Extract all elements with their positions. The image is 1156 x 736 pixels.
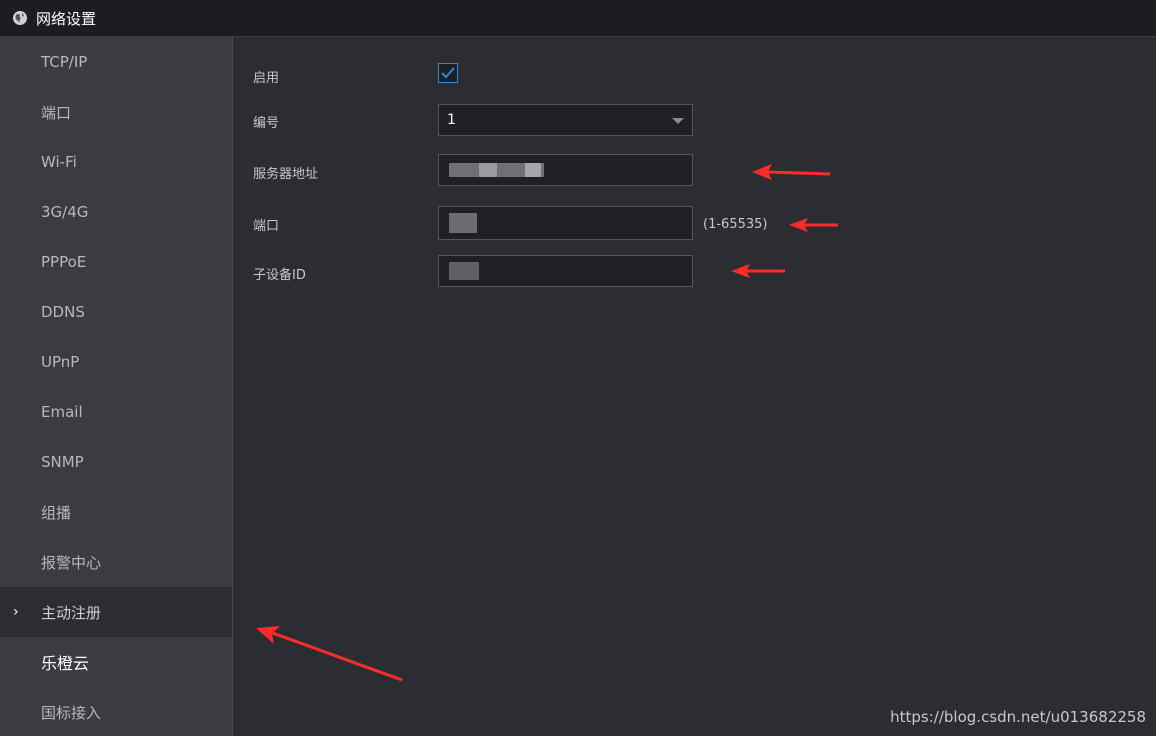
sidebar-item-label: 组播 (41, 503, 72, 522)
number-label: 编号 (253, 116, 280, 131)
sidebar-item-label: 端口 (41, 103, 72, 122)
server-address-input[interactable] (438, 154, 693, 186)
sidebar-item-label: DDNS (41, 303, 85, 321)
check-icon (441, 67, 455, 79)
sidebar-item-label: Email (41, 403, 83, 421)
sidebar-item-label: 乐橙云 (41, 654, 90, 673)
sidebar-item-upnp[interactable]: UPnP (0, 337, 232, 387)
sidebar-item-label: 3G/4G (41, 203, 89, 221)
sidebar-item-lecheng-cloud[interactable]: 乐橙云 (0, 637, 232, 687)
window-title: 网络设置 (36, 9, 97, 28)
sidebar: TCP/IP 端口 Wi-Fi 3G/4G PPPoE DDNS UPnP Em… (0, 37, 233, 736)
annotation-arrow (256, 626, 403, 682)
title-bar: 网络设置 (0, 0, 1156, 37)
enable-checkbox[interactable] (438, 63, 458, 83)
number-select-value: 1 (447, 112, 456, 128)
globe-icon (13, 11, 27, 25)
sidebar-item-label: SNMP (41, 453, 84, 471)
sidebar-item-label: PPPoE (41, 253, 87, 271)
redacted-value (479, 163, 497, 177)
sidebar-item-alarm-center[interactable]: 报警中心 (0, 537, 232, 587)
sidebar-item-label: 国标接入 (41, 703, 102, 722)
sidebar-item-multicast[interactable]: 组播 (0, 487, 232, 537)
sidebar-item-port[interactable]: 端口 (0, 87, 232, 137)
port-input[interactable] (438, 206, 693, 240)
subdevice-id-input[interactable] (438, 255, 693, 287)
redacted-value (525, 163, 541, 177)
sidebar-item-ddns[interactable]: DDNS (0, 287, 232, 337)
sidebar-item-gb-access[interactable]: 国标接入 (0, 687, 232, 736)
watermark: https://blog.csdn.net/u013682258 (890, 708, 1146, 726)
annotation-arrow (752, 164, 831, 180)
sidebar-item-label: 报警中心 (41, 553, 102, 572)
redacted-value (449, 262, 479, 280)
sidebar-item-snmp[interactable]: SNMP (0, 437, 232, 487)
chevron-down-icon (672, 118, 684, 124)
sidebar-item-pppoe[interactable]: PPPoE (0, 237, 232, 287)
sidebar-item-label: UPnP (41, 353, 80, 371)
sidebar-item-label: 主动注册 (41, 603, 102, 622)
chevron-right-icon: › (13, 604, 19, 620)
sidebar-item-label: TCP/IP (41, 53, 88, 71)
sidebar-item-label: Wi-Fi (41, 153, 77, 171)
enable-label: 启用 (253, 71, 280, 86)
port-range-hint: (1-65535) (703, 217, 768, 232)
number-select[interactable]: 1 (438, 104, 693, 136)
redacted-value (449, 213, 477, 233)
sidebar-item-3g4g[interactable]: 3G/4G (0, 187, 232, 237)
sidebar-item-email[interactable]: Email (0, 387, 232, 437)
sidebar-item-tcpip[interactable]: TCP/IP (0, 37, 232, 87)
annotation-arrow (789, 218, 838, 232)
port-label: 端口 (253, 219, 280, 234)
server-label: 服务器地址 (253, 167, 319, 182)
annotation-arrow (731, 264, 785, 278)
sidebar-item-wifi[interactable]: Wi-Fi (0, 137, 232, 187)
sidebar-item-auto-register[interactable]: › 主动注册 (0, 587, 232, 637)
subdevice-label: 子设备ID (253, 268, 306, 283)
